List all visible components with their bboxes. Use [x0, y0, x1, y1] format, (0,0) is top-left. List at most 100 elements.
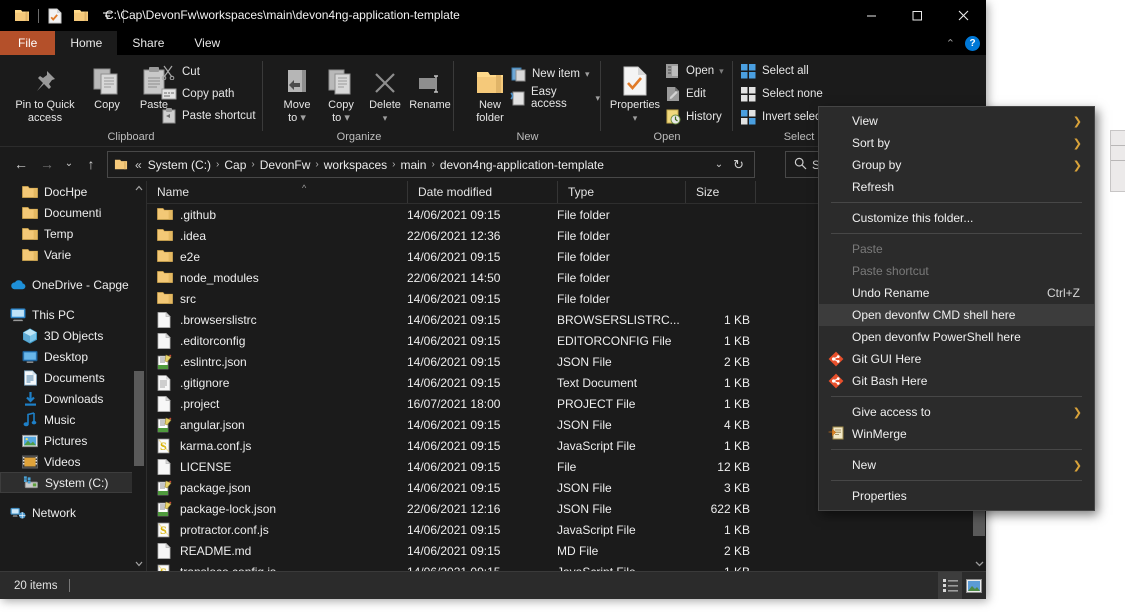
minimize-button[interactable] [848, 0, 894, 31]
sidebar-item-onedrive-capge[interactable]: OneDrive - Capge [0, 274, 146, 295]
sidebar-item-3d-objects[interactable]: 3D Objects [0, 325, 146, 346]
menu-item-undo-rename[interactable]: Undo RenameCtrl+Z [819, 282, 1094, 304]
sidebar-item-dochpe[interactable]: DocHpe [0, 181, 146, 202]
menu-item-view[interactable]: View❯ [819, 110, 1094, 132]
nav-scroll-thumb[interactable] [134, 371, 144, 466]
collapse-ribbon-icon[interactable]: ⌃ [946, 37, 955, 50]
sidebar-item-pictures[interactable]: Pictures [0, 430, 146, 451]
folder-icon[interactable] [9, 0, 35, 31]
sidebar-item-documenti[interactable]: Documenti [0, 202, 146, 223]
menu-item-customize-this-folder[interactable]: Customize this folder... [819, 207, 1094, 229]
breadcrumb-overflow[interactable]: « [132, 158, 145, 172]
breadcrumb-separator[interactable]: › [214, 159, 221, 170]
breadcrumb-item-current[interactable]: devon4ng-application-template [437, 158, 607, 172]
ribbon-divider-3 [600, 61, 601, 131]
breadcrumb-item-system-c[interactable]: System (C:) [145, 158, 214, 172]
menu-item-label: Git GUI Here [852, 352, 921, 366]
pin-to-quick-access-button[interactable]: Pin to Quick access [10, 60, 80, 125]
pin-label-line1: Pin to Quick [15, 99, 74, 111]
breadcrumb-separator[interactable]: › [313, 159, 320, 170]
file-name-cell: package-lock.json [147, 501, 407, 517]
column-header-date[interactable]: Date modified [407, 181, 557, 203]
menu-item-group-by[interactable]: Group by❯ [819, 154, 1094, 176]
column-header-type[interactable]: Type [557, 181, 685, 203]
file-date: 22/06/2021 14:50 [407, 271, 557, 285]
ribbon-divider-1 [262, 61, 263, 131]
rename-button[interactable]: Rename [401, 60, 459, 112]
forward-button[interactable]: → [34, 151, 60, 177]
menu-item-sort-by[interactable]: Sort by❯ [819, 132, 1094, 154]
menu-item-refresh[interactable]: Refresh [819, 176, 1094, 198]
help-icon[interactable]: ? [965, 36, 980, 51]
menu-item-properties[interactable]: Properties [819, 485, 1094, 507]
menu-item-winmerge[interactable]: WinMerge [819, 423, 1094, 445]
table-row[interactable]: README.md14/06/2021 09:15MD File2 KB [147, 540, 986, 561]
sidebar-item-videos[interactable]: Videos [0, 451, 146, 472]
sidebar-item-desktop[interactable]: Desktop [0, 346, 146, 367]
thumbnail-view-button[interactable] [962, 572, 986, 599]
nav-scroll-down-icon[interactable] [132, 557, 146, 571]
maximize-button[interactable] [894, 0, 940, 31]
breadcrumb-item-cap[interactable]: Cap [221, 158, 249, 172]
invert-selection-button[interactable]: Invert selec [740, 106, 821, 128]
breadcrumb-separator[interactable]: › [249, 159, 256, 170]
recent-locations-button[interactable]: ⌄ [60, 151, 78, 177]
sidebar-item-this-pc[interactable]: This PC [0, 304, 146, 325]
cut-button[interactable]: Cut [160, 61, 200, 83]
breadcrumb-item-main[interactable]: main [397, 158, 429, 172]
navigation-pane-scrollbar[interactable] [132, 181, 146, 571]
properties-icon[interactable] [42, 0, 68, 31]
menu-item-git-gui-here[interactable]: Git GUI Here [819, 348, 1094, 370]
properties-button[interactable]: Properties ▾ [604, 60, 666, 125]
tab-share[interactable]: Share [117, 31, 179, 55]
file-date: 14/06/2021 09:15 [407, 523, 557, 537]
open-button[interactable]: Open ▾ [664, 60, 724, 82]
new-item-button[interactable]: New item ▾ [510, 63, 589, 85]
breadcrumb-item-devonfw[interactable]: DevonFw [257, 158, 314, 172]
edit-button[interactable]: Edit [664, 83, 706, 105]
table-row[interactable]: Sprotractor.conf.js14/06/2021 09:15JavaS… [147, 519, 986, 540]
new-folder-icon[interactable] [68, 0, 94, 31]
tab-view[interactable]: View [179, 31, 235, 55]
menu-item-open-devonfw-powershell-here[interactable]: Open devonfw PowerShell here [819, 326, 1094, 348]
file-type: File folder [557, 229, 685, 243]
select-none-button[interactable]: Select none [740, 83, 823, 105]
sidebar-item-downloads[interactable]: Downloads [0, 388, 146, 409]
background-window[interactable] [1110, 130, 1125, 192]
column-header-name[interactable]: Name ^ [147, 181, 407, 203]
ribbon-group-label-new: New [455, 131, 600, 143]
close-button[interactable] [940, 0, 986, 31]
paste-shortcut-button[interactable]: Paste shortcut [160, 105, 256, 127]
select-all-button[interactable]: Select all [740, 60, 809, 82]
breadcrumb-item-workspaces[interactable]: workspaces [321, 158, 390, 172]
file-size: 1 KB [685, 397, 750, 411]
sidebar-item-temp[interactable]: Temp [0, 223, 146, 244]
breadcrumb-separator[interactable]: › [390, 159, 397, 170]
tab-file[interactable]: File [0, 31, 55, 55]
sidebar-item-network[interactable]: Network [0, 502, 146, 523]
refresh-icon[interactable]: ↻ [733, 157, 750, 173]
tab-home[interactable]: Home [55, 31, 117, 55]
sidebar-item-music[interactable]: Music [0, 409, 146, 430]
details-view-button[interactable] [938, 572, 962, 599]
nav-scroll-up-icon[interactable] [132, 181, 146, 195]
file-list-scroll-down-icon[interactable] [972, 557, 986, 571]
sidebar-item-system-c[interactable]: System (C:) [0, 472, 146, 493]
address-bar[interactable]: « System (C:) › Cap › DevonFw › workspac… [107, 151, 755, 178]
easy-access-button[interactable]: Easy access ▾ [510, 87, 600, 109]
back-button[interactable]: ← [8, 151, 34, 177]
menu-item-git-bash-here[interactable]: Git Bash Here [819, 370, 1094, 392]
address-dropdown-icon[interactable]: ⌄ [707, 159, 731, 170]
sidebar-item-documents[interactable]: Documents [0, 367, 146, 388]
column-header-size[interactable]: Size [685, 181, 755, 203]
sidebar-item-varie[interactable]: Varie [0, 244, 146, 265]
menu-item-new[interactable]: New❯ [819, 454, 1094, 476]
menu-item-open-devonfw-cmd-shell-here[interactable]: Open devonfw CMD shell here [819, 304, 1094, 326]
table-row[interactable]: Stransloco.config.js14/06/2021 09:15Java… [147, 561, 986, 571]
up-button[interactable]: ↑ [78, 151, 104, 177]
copy-path-button[interactable]: Copy path [160, 83, 234, 105]
file-type: JavaScript File [557, 439, 685, 453]
history-button[interactable]: History [664, 106, 722, 128]
breadcrumb-separator[interactable]: › [429, 159, 436, 170]
menu-item-give-access-to[interactable]: Give access to❯ [819, 401, 1094, 423]
